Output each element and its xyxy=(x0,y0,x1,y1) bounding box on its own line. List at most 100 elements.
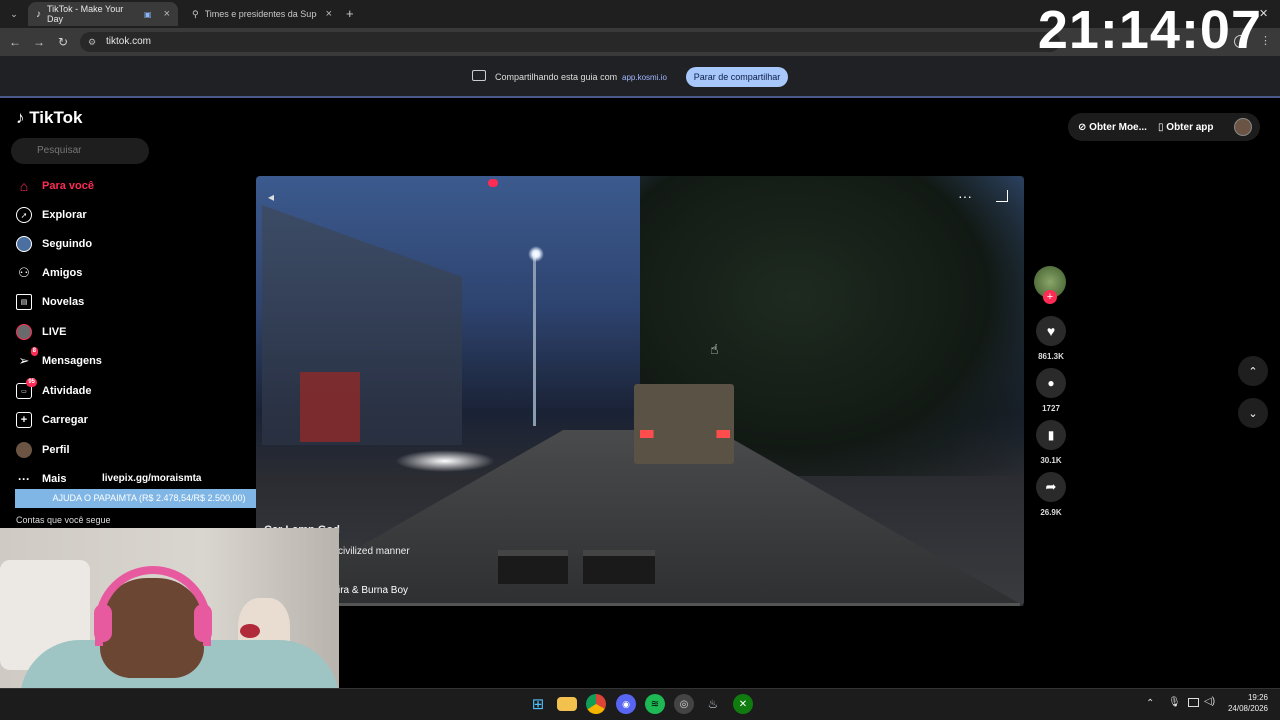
nav-item-explorar[interactable]: ➚ Explorar xyxy=(16,205,87,225)
tray-date: 24/08/2026 xyxy=(1227,704,1268,713)
following-accounts-heading: Contas que você segue xyxy=(16,515,111,525)
back-arrow-icon[interactable]: ← xyxy=(7,34,23,50)
headset-earcup-right xyxy=(194,604,212,642)
tab-title: TikTok - Make Your Day xyxy=(47,4,124,24)
nav-label: Amigos xyxy=(42,267,83,279)
donation-url-overlay: livepix.gg/moraismta xyxy=(102,473,202,484)
comment-icon: ● xyxy=(1047,376,1055,390)
nav-item-mensagens[interactable]: ➢ 8 Mensagens xyxy=(16,347,102,371)
coin-icon: ⊘ xyxy=(1078,122,1087,133)
video-scene-truck xyxy=(634,384,734,464)
share-button[interactable]: ➦ xyxy=(1036,472,1066,502)
nav-label: Novelas xyxy=(42,296,85,308)
activity-badge: 95 xyxy=(26,378,37,387)
file-explorer-icon[interactable] xyxy=(557,697,577,711)
site-info-icon[interactable]: ⚙ xyxy=(88,32,96,52)
spotify-icon[interactable]: ≋ xyxy=(645,694,665,714)
tab-tiktok[interactable]: ♪ TikTok - Make Your Day ▣ × xyxy=(28,2,178,26)
microphone-icon[interactable]: 🎙 xyxy=(1168,697,1181,708)
tiktok-logo[interactable]: ♪ TikTok xyxy=(16,108,82,128)
comment-button[interactable]: ● xyxy=(1036,368,1066,398)
xbox-icon[interactable]: ✕ xyxy=(733,694,753,714)
nav-item-amigos[interactable]: ⚇ Amigos xyxy=(16,263,82,283)
nav-label: Mais xyxy=(42,473,67,485)
monitor-icon[interactable] xyxy=(1188,698,1199,707)
search-input[interactable] xyxy=(11,138,149,164)
tab-search-icon[interactable]: ⌄ xyxy=(6,6,22,22)
forward-arrow-icon[interactable]: → xyxy=(31,34,47,50)
like-button[interactable]: ♥ xyxy=(1036,316,1066,346)
follow-plus-icon[interactable]: + xyxy=(1043,290,1057,304)
nav-item-para-voce[interactable]: ⌂ Para você xyxy=(16,176,94,196)
tray-time: 19:26 xyxy=(1247,693,1268,702)
share-host-text: app.kosmi.io xyxy=(622,73,667,82)
phone-icon: ▯ xyxy=(1158,122,1164,133)
windows-taskbar xyxy=(0,688,1280,720)
nav-label: Seguindo xyxy=(42,238,93,250)
nav-item-seguindo[interactable]: Seguindo xyxy=(16,234,92,254)
video-progress-track[interactable] xyxy=(256,603,1020,606)
video-scene-red-truck xyxy=(300,372,360,442)
tray-chevron-up-icon[interactable]: ⌃ xyxy=(1146,698,1154,709)
nav-label: Atividade xyxy=(42,385,92,397)
like-count: 861.3K xyxy=(1038,352,1064,361)
tiktok-note-icon: ♪ xyxy=(16,108,25,127)
chevron-up-icon: ⌃ xyxy=(1248,365,1258,378)
teddy-bear-bow xyxy=(240,624,260,638)
friends-icon: ⚇ xyxy=(18,265,30,280)
video-caption: civilized manner xyxy=(338,546,410,557)
upload-icon: + xyxy=(16,412,32,428)
video-scene-lamp xyxy=(528,246,544,262)
steam-icon[interactable]: ♨ xyxy=(703,694,723,714)
nav-label: Para você xyxy=(42,180,94,192)
video-music[interactable]: ira & Burna Boy xyxy=(338,585,408,596)
nav-item-novelas[interactable]: ▤ Novelas xyxy=(16,292,84,312)
video-more-icon[interactable]: ··· xyxy=(958,188,972,204)
profile-icon xyxy=(16,442,32,458)
stop-sharing-button[interactable]: Parar de compartilhar xyxy=(686,67,788,87)
close-tab-icon[interactable]: × xyxy=(164,8,170,20)
novelas-icon: ▤ xyxy=(16,294,32,310)
discord-icon[interactable]: ◉ xyxy=(616,694,636,714)
nav-item-live[interactable]: LIVE xyxy=(16,322,66,342)
close-tab-icon[interactable]: × xyxy=(326,8,332,20)
chrome-icon[interactable] xyxy=(586,694,606,714)
windows-start-icon[interactable]: ⊞ xyxy=(528,694,548,714)
comment-count: 1727 xyxy=(1042,404,1060,413)
tab-audio-icon: ▣ xyxy=(144,9,152,19)
screen-share-icon xyxy=(472,70,486,81)
nav-item-perfil[interactable]: Perfil xyxy=(16,440,70,460)
video-scene-truck-lights xyxy=(640,430,730,438)
heart-icon: ♥ xyxy=(1046,323,1056,339)
video-scene-dash-device xyxy=(498,550,568,584)
nav-label: Perfil xyxy=(42,444,70,456)
donation-progress-bar: AJUDA O PAPAIMTA (R$ 2.478,54/R$ 2.500,0… xyxy=(15,489,283,508)
tiktok-favicon-icon: ♪ xyxy=(36,8,41,20)
nav-item-atividade[interactable]: ▭ 95 Atividade xyxy=(16,378,92,401)
mute-icon[interactable]: ◂ xyxy=(268,190,274,204)
nav-item-carregar[interactable]: + Carregar xyxy=(16,410,88,430)
obs-icon[interactable]: ◎ xyxy=(674,694,694,714)
new-tab-button[interactable]: + xyxy=(346,6,354,21)
video-scene-lamp-post xyxy=(533,256,536,426)
nav-item-mais[interactable]: ··· Mais xyxy=(16,469,66,489)
save-button[interactable]: ▮ xyxy=(1036,420,1066,450)
user-avatar[interactable] xyxy=(1234,118,1252,136)
messages-badge: 8 xyxy=(30,347,38,356)
get-app-link[interactable]: ▯ Obter app xyxy=(1158,122,1214,133)
get-coins-link[interactable]: ⊘ Obter Moe... xyxy=(1078,122,1147,133)
messages-icon: ➢ 8 xyxy=(18,347,38,368)
volume-icon[interactable]: ◁) xyxy=(1204,696,1215,707)
address-bar[interactable]: ⚙ tiktok.com xyxy=(80,32,1060,52)
previous-video-button[interactable]: ⌃ xyxy=(1238,356,1268,386)
following-icon xyxy=(16,236,32,252)
next-video-button[interactable]: ⌄ xyxy=(1238,398,1268,428)
tab-times-presidentes[interactable]: ⚲ Times e presidentes da Super C × xyxy=(184,2,340,26)
url-text: tiktok.com xyxy=(106,36,152,47)
fullscreen-icon[interactable] xyxy=(996,190,1008,202)
logo-text: TikTok xyxy=(29,108,83,127)
video-scene-car-headlights xyxy=(395,450,495,472)
reload-icon[interactable]: ↻ xyxy=(55,34,71,50)
record-indicator-icon xyxy=(488,179,498,187)
tray-clock[interactable]: 19:26 24/08/2026 xyxy=(1224,692,1268,714)
